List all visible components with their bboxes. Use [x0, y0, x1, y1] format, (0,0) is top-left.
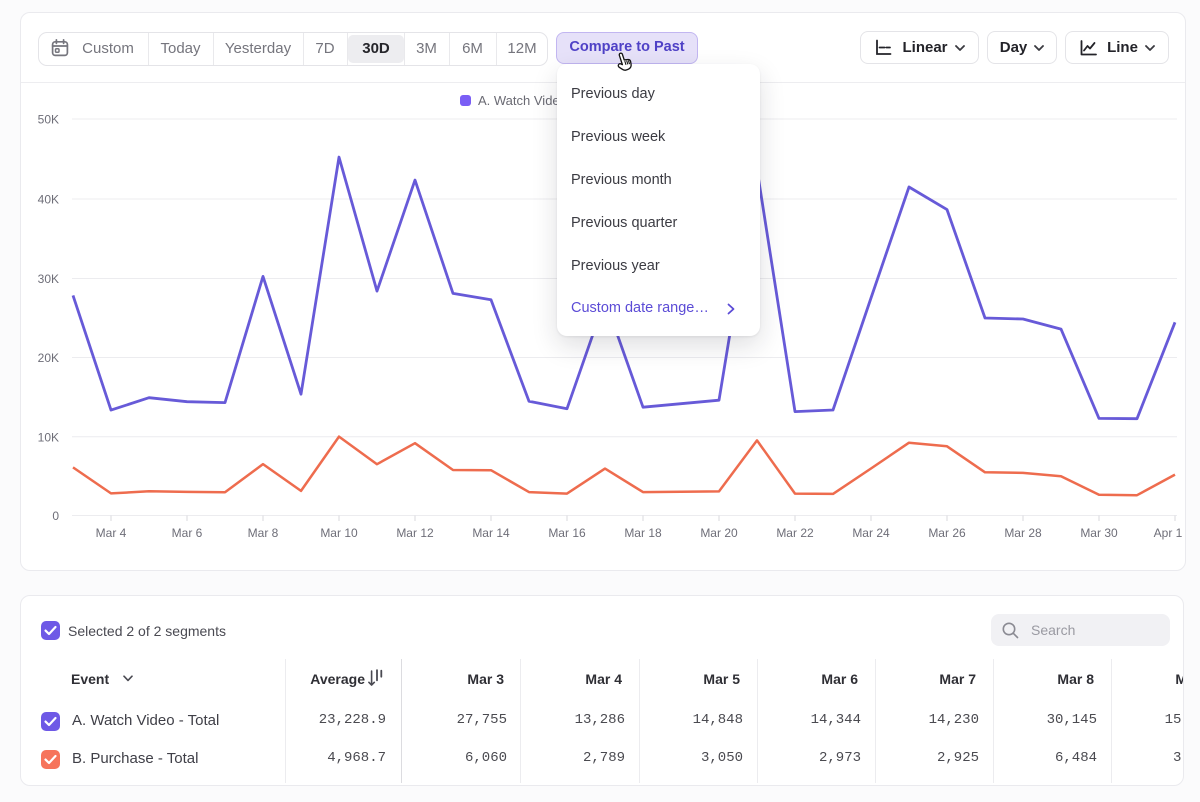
svg-text:10K: 10K: [38, 430, 59, 444]
svg-text:Mar 6: Mar 6: [172, 526, 203, 540]
svg-text:Mar 30: Mar 30: [1080, 526, 1118, 540]
svg-text:Mar 12: Mar 12: [396, 526, 434, 540]
svg-text:Mar 14: Mar 14: [472, 526, 510, 540]
svg-text:0: 0: [52, 509, 59, 523]
svg-text:Mar 22: Mar 22: [776, 526, 814, 540]
svg-text:Mar 24: Mar 24: [852, 526, 890, 540]
svg-text:Apr 1: Apr 1: [1154, 526, 1183, 540]
svg-text:Mar 26: Mar 26: [928, 526, 966, 540]
svg-text:Mar 8: Mar 8: [248, 526, 279, 540]
svg-text:Mar 28: Mar 28: [1004, 526, 1042, 540]
svg-text:50K: 50K: [38, 113, 59, 127]
svg-text:30K: 30K: [38, 272, 59, 286]
svg-text:Mar 10: Mar 10: [320, 526, 358, 540]
svg-text:20K: 20K: [38, 351, 59, 365]
svg-text:Mar 20: Mar 20: [700, 526, 738, 540]
svg-text:Mar 16: Mar 16: [548, 526, 586, 540]
svg-text:40K: 40K: [38, 193, 59, 207]
svg-text:Mar 4: Mar 4: [96, 526, 127, 540]
svg-text:Mar 18: Mar 18: [624, 526, 662, 540]
